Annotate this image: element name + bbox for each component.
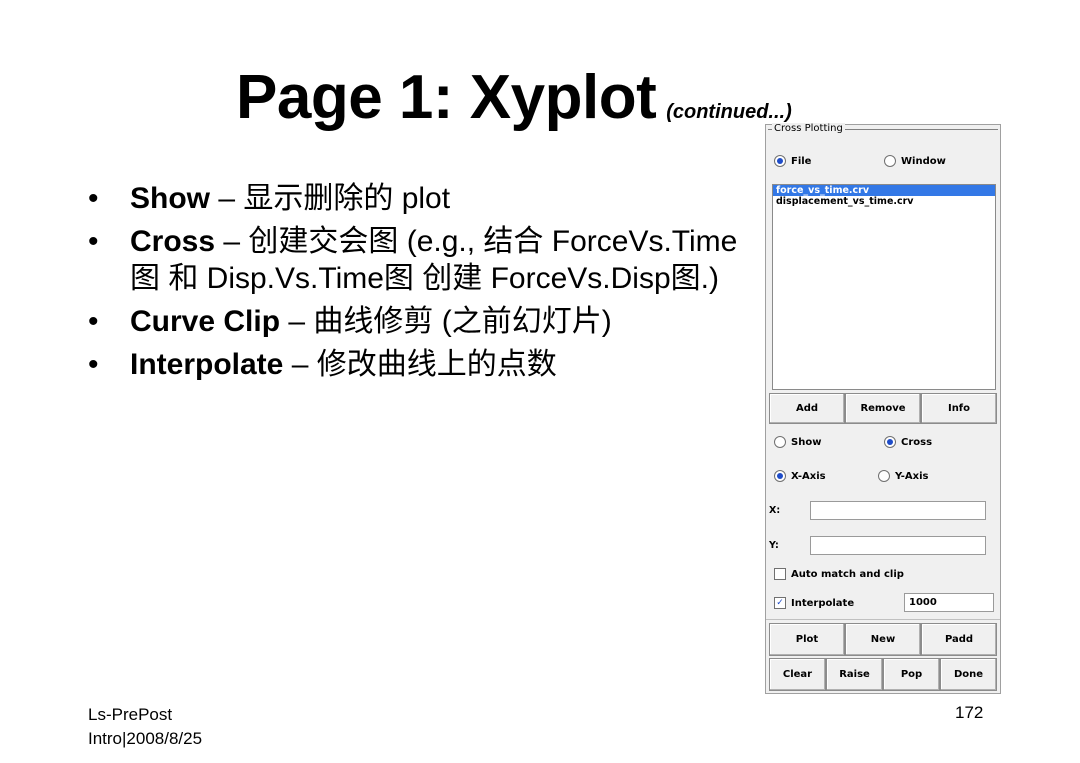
bullet-desc: – 创建交会图 (e.g., 结合 ForceVs.Time图 和 Disp.V…	[130, 225, 738, 295]
list-item[interactable]: force_vs_time.crv	[773, 185, 995, 196]
y-field-label: Y:	[769, 540, 779, 551]
checkbox-empty-icon	[774, 568, 786, 580]
x-field-label: X:	[769, 505, 781, 516]
add-button[interactable]: Add	[769, 393, 845, 424]
x-axis-radio[interactable]: X-Axis	[774, 470, 826, 482]
curve-listbox[interactable]: force_vs_time.crv displacement_vs_time.c…	[772, 184, 996, 390]
cross-plotting-panel: Cross Plotting File Window force_vs_time…	[765, 123, 1001, 694]
page-number: 172	[955, 703, 984, 722]
raise-button[interactable]: Raise	[826, 658, 883, 691]
bullet-curve-clip: • Curve Clip – 曲线修剪 (之前幻灯片)	[88, 305, 612, 338]
list-item[interactable]: displacement_vs_time.crv	[773, 196, 995, 207]
group-label: Cross Plotting	[772, 123, 845, 134]
footer-product: Ls-PrePost	[88, 705, 173, 724]
bullet-desc: – 显示删除的 plot	[210, 182, 451, 215]
info-button[interactable]: Info	[921, 393, 997, 424]
radio-on-icon	[774, 155, 786, 167]
radio-off-icon	[878, 470, 890, 482]
bullet-term: Cross	[130, 225, 216, 258]
slide-title-main: Page 1: Xyplot	[236, 63, 657, 132]
bullet-interpolate: • Interpolate – 修改曲线上的点数	[88, 348, 557, 381]
bullet-term: Curve Clip	[130, 305, 281, 338]
radio-on-icon	[774, 470, 786, 482]
x-input[interactable]	[810, 501, 986, 520]
show-radio[interactable]: Show	[774, 436, 821, 448]
slide-title: Page 1: Xyplot (continued...)	[236, 62, 792, 133]
bullet-cross: • Cross – 创建交会图 (e.g., 结合 ForceVs.Time图 和…	[88, 225, 738, 295]
bottom-button-row: Clear Raise Pop Done	[769, 658, 997, 691]
slide-title-suffix: (continued...)	[666, 101, 792, 123]
y-input[interactable]	[810, 536, 986, 555]
bullet-term: Show	[130, 182, 210, 215]
padd-button[interactable]: Padd	[921, 623, 997, 656]
bullet-show: • Show – 显示删除的 plot	[88, 182, 451, 215]
cross-radio[interactable]: Cross	[884, 436, 932, 448]
list-button-row: Add Remove Info	[769, 393, 997, 424]
interpolate-checkbox[interactable]: ✓ Interpolate	[774, 597, 854, 609]
action-button-row: Plot New Padd	[769, 623, 997, 656]
done-button[interactable]: Done	[940, 658, 997, 691]
pop-button[interactable]: Pop	[883, 658, 940, 691]
new-button[interactable]: New	[845, 623, 921, 656]
checkbox-checked-icon: ✓	[774, 597, 786, 609]
plot-button[interactable]: Plot	[769, 623, 845, 656]
divider	[766, 619, 1000, 620]
file-radio[interactable]: File	[774, 155, 811, 167]
bullet-term: Interpolate	[130, 348, 284, 381]
y-axis-radio[interactable]: Y-Axis	[878, 470, 929, 482]
bullet-desc: – 曲线修剪 (之前幻灯片)	[280, 305, 612, 338]
interpolate-points-input[interactable]: 1000	[904, 593, 994, 612]
remove-button[interactable]: Remove	[845, 393, 921, 424]
radio-off-icon	[884, 155, 896, 167]
auto-match-checkbox[interactable]: Auto match and clip	[774, 568, 904, 580]
window-radio[interactable]: Window	[884, 155, 946, 167]
radio-off-icon	[774, 436, 786, 448]
clear-button[interactable]: Clear	[769, 658, 826, 691]
bullet-list: • Show – 显示删除的 plot • Cross – 创建交会图 (e.g.,…	[88, 180, 758, 389]
footer-left: Ls-PrePost Intro|2008/8/25	[88, 703, 202, 751]
radio-on-icon	[884, 436, 896, 448]
bullet-desc: – 修改曲线上的点数	[283, 348, 557, 381]
footer-date: Intro|2008/8/25	[88, 729, 203, 748]
